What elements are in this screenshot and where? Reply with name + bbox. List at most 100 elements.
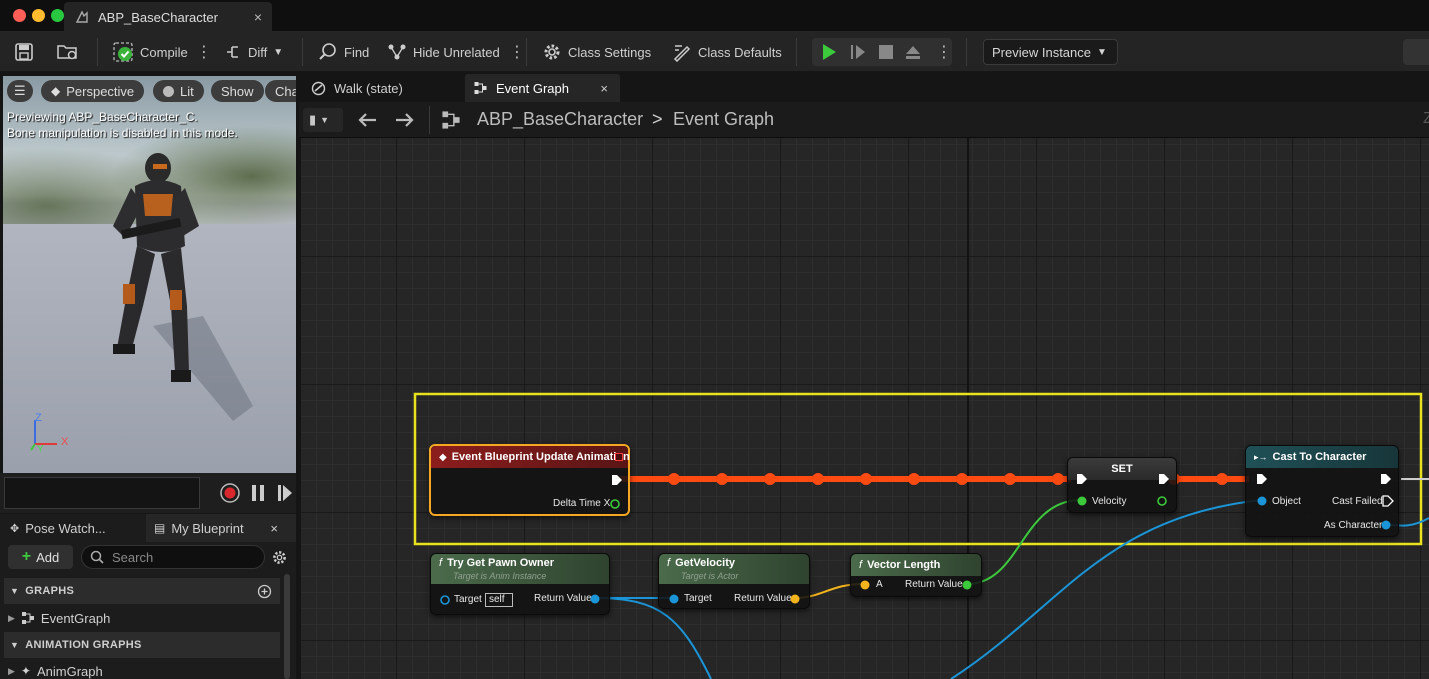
hide-options-icon[interactable]: ⋮ <box>509 40 525 64</box>
close-tab-button[interactable]: × <box>254 9 262 25</box>
document-tab[interactable]: ABP_BaseCharacter × <box>64 2 272 32</box>
float-out-pin-icon[interactable] <box>961 579 973 591</box>
caret-down-icon: ▼ <box>10 640 20 650</box>
section-graphs[interactable]: ▼ GRAPHS <box>4 578 280 604</box>
node-vector-length-header: f Vector Length <box>851 554 981 576</box>
minimize-window-button[interactable] <box>32 9 45 22</box>
close-window-button[interactable] <box>13 9 26 22</box>
close-tab-icon[interactable]: × <box>270 521 278 536</box>
lit-label: Lit <box>180 83 194 99</box>
object-out-pin-icon[interactable] <box>589 593 601 605</box>
compile-options-icon[interactable]: ⋮ <box>196 40 212 64</box>
panel-scrollbar[interactable] <box>284 574 290 679</box>
axis-x-label: X <box>61 436 69 448</box>
preview-viewport[interactable]: ☰ ◆ Perspective Lit Show Char Previewing… <box>3 76 296 473</box>
node-set-velocity[interactable]: SET Velocity <box>1067 457 1177 513</box>
anim-graph-label: AnimGraph <box>36 663 103 679</box>
breadcrumb-root[interactable]: ABP_BaseCharacter <box>477 109 643 130</box>
show-button[interactable]: Show <box>211 80 264 102</box>
viewport-menu-button[interactable]: ☰ <box>7 80 33 102</box>
eject-icon[interactable] <box>904 43 922 61</box>
toolbar-divider <box>796 38 797 66</box>
save-button[interactable] <box>14 40 34 64</box>
node-get-velocity[interactable]: f GetVelocity Target is Actor Target Ret… <box>658 553 810 609</box>
hide-unrelated-button[interactable]: Hide Unrelated <box>387 40 500 64</box>
object-in-pin-icon[interactable] <box>668 593 680 605</box>
section-animation-graphs[interactable]: ▼ ANIMATION GRAPHS <box>4 632 280 658</box>
float-in-pin-icon[interactable] <box>1076 495 1088 507</box>
node-event-title: Event Blueprint Update Animation <box>451 451 630 463</box>
exec-out-hollow-pin-icon[interactable] <box>1382 495 1394 507</box>
node-cast-to-character[interactable]: ▸→ Cast To Character Object Cast Failed … <box>1245 445 1399 537</box>
class-defaults-button[interactable]: Class Defaults <box>672 40 782 64</box>
breadcrumb-current: Event Graph <box>673 109 775 129</box>
object-in-pin-icon[interactable] <box>1256 495 1268 507</box>
node-event-update-animation[interactable]: ◆ Event Blueprint Update Animation Delta… <box>429 444 630 516</box>
step-forward-icon[interactable] <box>276 483 294 503</box>
tree-item-event-graph[interactable]: ▶ EventGraph <box>8 607 110 629</box>
tab-event-graph-label: Event Graph <box>496 80 569 96</box>
self-value-box[interactable]: self <box>485 593 513 607</box>
exec-out-pin-icon[interactable] <box>1158 473 1170 485</box>
tab-my-blueprint[interactable]: ▤ My Blueprint × <box>146 514 296 542</box>
step-icon[interactable] <box>849 43 867 61</box>
pin-target-label: Target <box>684 593 712 604</box>
running-figure-icon: ✦ <box>20 664 31 678</box>
function-icon: f <box>439 557 443 569</box>
float-out-pin-icon[interactable] <box>609 498 621 510</box>
node-set-title: SET <box>1111 463 1133 475</box>
preview-instance-dropdown[interactable]: Preview Instance ▼ <box>983 39 1118 65</box>
diff-button[interactable]: Diff ▼ <box>224 40 283 64</box>
class-settings-button[interactable]: Class Settings <box>542 40 651 64</box>
tab-event-graph[interactable]: Event Graph × <box>465 74 620 102</box>
exec-out-pin-icon[interactable] <box>1380 473 1392 485</box>
compile-button[interactable]: Compile <box>112 40 188 64</box>
graph-breadcrumb-bar: ▮ ▼ ABP_BaseCharacter > Event Graph Z <box>299 102 1429 138</box>
play-options-icon[interactable]: ⋮ <box>936 42 952 62</box>
perspective-button[interactable]: ◆ Perspective <box>41 80 145 102</box>
back-arrow-icon[interactable] <box>356 111 378 129</box>
node-vector-length[interactable]: f Vector Length A Return Value <box>850 553 982 597</box>
search-input[interactable]: Search <box>81 545 265 569</box>
toolbar-overflow-button[interactable] <box>1403 39 1429 65</box>
perspective-label: Perspective <box>66 83 135 99</box>
zoom-window-button[interactable] <box>51 9 64 22</box>
play-icon[interactable] <box>820 43 838 61</box>
bookmark-button[interactable]: ▮ ▼ <box>303 108 343 132</box>
tab-pose-watch[interactable]: ✥ Pose Watch... <box>0 514 145 542</box>
settings-gear-icon[interactable] <box>271 549 288 566</box>
node-try-get-pawn-owner[interactable]: f Try Get Pawn Owner Target is Anim Inst… <box>430 553 610 615</box>
playback-field[interactable] <box>4 477 200 509</box>
add-button[interactable]: + Add <box>8 545 73 569</box>
object-in-pin-icon[interactable] <box>439 594 451 606</box>
add-graph-icon[interactable] <box>257 584 272 599</box>
event-delegate-pin-icon[interactable] <box>615 453 623 461</box>
exec-in-pin-icon[interactable] <box>1256 473 1268 485</box>
section-graphs-label: GRAPHS <box>25 585 75 597</box>
close-tab-icon[interactable]: × <box>600 81 608 96</box>
pin-delta-time-label: Delta Time X <box>553 498 611 509</box>
chevron-down-icon: ▼ <box>1097 46 1107 58</box>
character-button[interactable]: Char <box>265 80 296 102</box>
find-button[interactable]: Find <box>318 40 369 64</box>
stop-icon[interactable] <box>877 43 895 61</box>
tab-walk-state[interactable]: Walk (state) <box>303 74 463 102</box>
tree-item-anim-graph[interactable]: ▶ ✦ AnimGraph <box>8 660 103 679</box>
float-out-pin-icon[interactable] <box>1156 495 1168 507</box>
graph-canvas[interactable]: ◆ Event Blueprint Update Animation Delta… <box>301 138 1429 679</box>
object-out-pin-icon[interactable] <box>1380 519 1392 531</box>
record-icon[interactable] <box>219 482 241 504</box>
pause-icon[interactable] <box>250 483 266 503</box>
vector-out-pin-icon[interactable] <box>789 593 801 605</box>
browse-button[interactable] <box>56 40 80 64</box>
bookmark-icon: ▮ <box>309 112 317 127</box>
bone-notice-text: Bone manipulation is disabled in this mo… <box>7 126 238 140</box>
forward-arrow-icon[interactable] <box>394 111 416 129</box>
exec-out-pin-icon[interactable] <box>611 474 623 486</box>
axis-z-label: Z <box>35 412 42 424</box>
lit-button[interactable]: Lit <box>153 80 204 102</box>
event-graph-label: EventGraph <box>40 610 111 626</box>
exec-in-pin-icon[interactable] <box>1076 473 1088 485</box>
folder-search-icon <box>57 45 77 60</box>
vector-in-pin-icon[interactable] <box>859 579 871 591</box>
